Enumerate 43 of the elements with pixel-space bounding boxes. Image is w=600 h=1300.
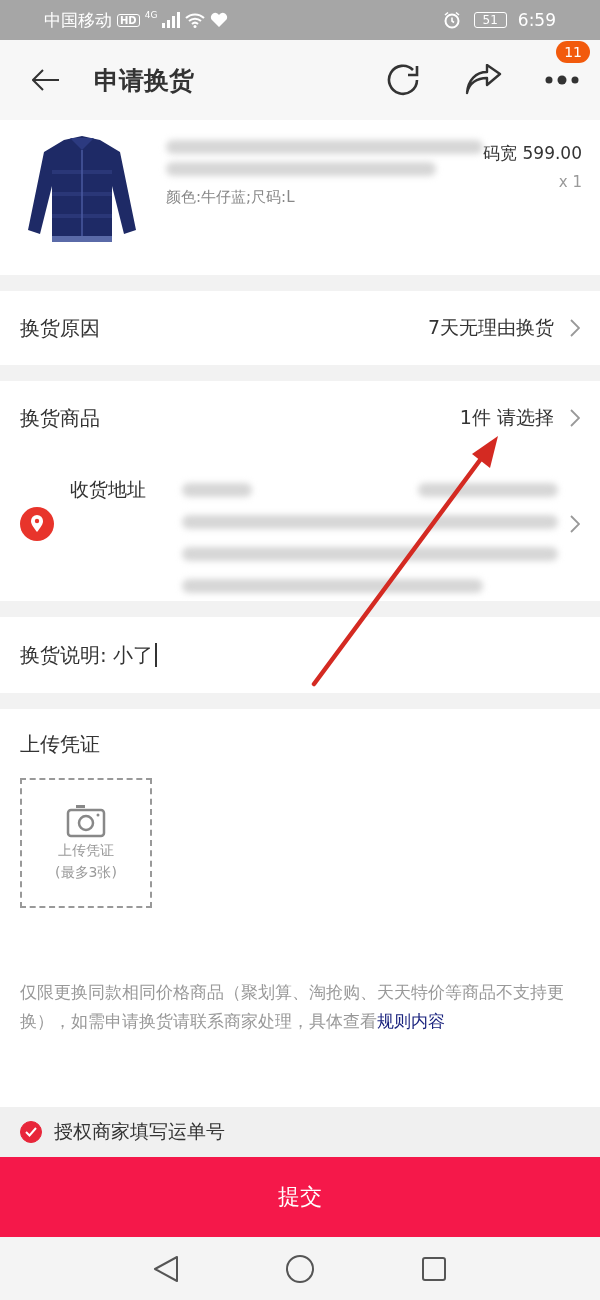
- row-label: 换货原因: [20, 314, 100, 342]
- alarm-icon: [442, 11, 461, 29]
- camera-icon: [66, 804, 106, 838]
- chevron-right-icon: [570, 409, 580, 427]
- clock-time: 6:59: [517, 10, 556, 30]
- back-icon[interactable]: [153, 1254, 179, 1283]
- chevron-right-icon: [570, 515, 580, 533]
- more-icon[interactable]: [544, 75, 580, 85]
- row-value: 7天无理由换货: [427, 315, 554, 340]
- battery-indicator: 51: [473, 12, 507, 28]
- note-label: 换货说明:: [20, 641, 107, 669]
- signal-icon: [162, 12, 181, 28]
- wifi-icon: [185, 12, 206, 28]
- checkmark-icon: [25, 1127, 37, 1137]
- back-icon[interactable]: [32, 69, 60, 91]
- rules-link[interactable]: 规则内容: [377, 1011, 445, 1031]
- product-spec: 颜色:牛仔蓝;尺码:L: [166, 188, 296, 207]
- carrier-name: 中国移动: [44, 8, 112, 32]
- note-input-field[interactable]: 小了: [112, 641, 157, 669]
- reason-row[interactable]: 换货原因 7天无理由换货: [0, 291, 600, 365]
- notice-text: 仅限更换同款相同价格商品（聚划算、淘抢购、天天特价等商品不支持更换），如需申请换货请联系商家处理，具体查看规则内容: [20, 981, 565, 1033]
- recents-icon[interactable]: [421, 1255, 447, 1282]
- authorize-checkbox[interactable]: [20, 1121, 42, 1143]
- product-price: 码宽 599.00: [483, 142, 582, 165]
- authorize-label: 授权商家填写运单号: [54, 1119, 225, 1144]
- upload-hint: 上传凭证: [58, 842, 114, 860]
- upload-hint: (最多3张): [55, 864, 117, 882]
- section-title: 上传凭证: [20, 731, 101, 758]
- submit-button[interactable]: 提交: [0, 1157, 600, 1237]
- product-quantity: x 1: [558, 173, 582, 191]
- network-label: 4G: [144, 10, 158, 20]
- chevron-right-icon: [570, 319, 580, 337]
- address-label: 收货地址: [70, 477, 147, 502]
- row-label: 换货商品: [20, 404, 100, 432]
- location-pin-icon: [20, 507, 54, 541]
- home-icon[interactable]: [285, 1253, 315, 1284]
- hd-badge: HD: [117, 13, 140, 27]
- blurred-text: [182, 483, 252, 497]
- row-value: 1件 请选择: [459, 405, 554, 430]
- notification-badge: 11: [556, 41, 590, 63]
- heart-icon: [210, 12, 229, 28]
- page-title: 申请换货: [94, 64, 194, 97]
- share-icon[interactable]: [464, 64, 502, 96]
